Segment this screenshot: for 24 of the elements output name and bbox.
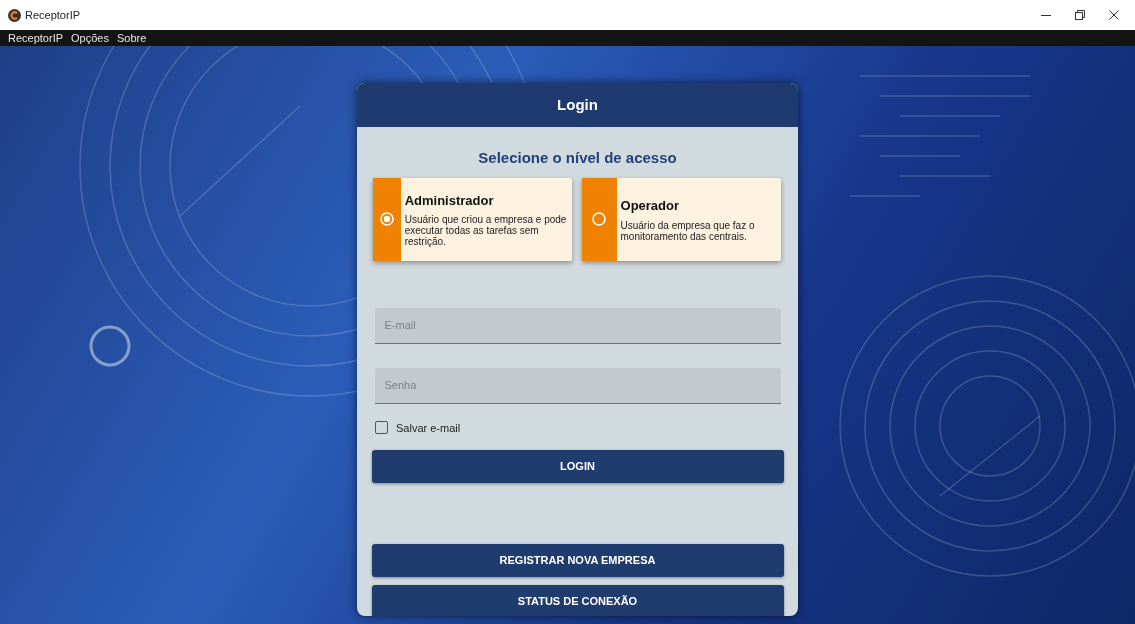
radio-selected-icon[interactable] [379, 212, 394, 226]
option-title: Operador [620, 197, 681, 216]
checkbox[interactable] [375, 421, 388, 435]
menu-item[interactable]: ReceptorIP [8, 29, 64, 47]
input-field[interactable]: Senha [374, 367, 781, 404]
menu-item[interactable]: Sobre [116, 29, 147, 47]
option-title: Administrador [404, 191, 495, 210]
restore-icon[interactable] [1075, 10, 1085, 20]
option-description: Usuário que criou a empresa e pode executar todas as tarefas sem restrição. [404, 214, 568, 248]
access-level-option[interactable]: Operador Usuário da empresa que faz o monitoramento das centrais. [582, 177, 781, 261]
radio-icon[interactable] [592, 212, 607, 226]
action-button[interactable]: STATUS DE CONEXÃO [371, 585, 784, 616]
app-logo-icon [8, 8, 21, 22]
menu-item[interactable]: Opções [71, 29, 109, 47]
window-title: ReceptorIP [25, 7, 81, 23]
close-icon[interactable] [1109, 10, 1119, 20]
login-title: Login [557, 94, 598, 115]
access-level-option[interactable]: Administrador Usuário que criou a empresa e pode executar todas as tarefas sem restrição. [373, 177, 572, 261]
action-button[interactable]: REGISTRAR NOVA EMPRESA [371, 544, 784, 577]
checkbox-label: Salvar e-mail [396, 420, 461, 436]
option-description: Usuário da empresa que faz o monitoramento das centrais. [620, 219, 756, 242]
input-field[interactable]: E-mail [374, 307, 781, 344]
login-button[interactable]: LOGIN [371, 450, 784, 483]
access-level-heading: Selecione o nível de acesso [478, 149, 677, 166]
